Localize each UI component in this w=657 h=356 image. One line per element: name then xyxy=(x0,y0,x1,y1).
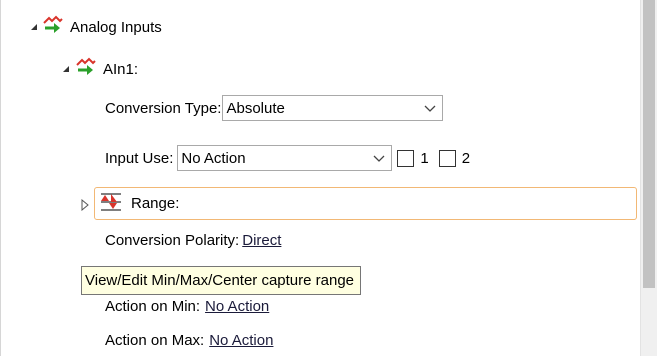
tree-node-label: AIn1: xyxy=(103,60,139,78)
checkbox-1-label: 1 xyxy=(420,149,429,167)
action-on-min-row: Action on Min: No Action xyxy=(105,298,269,315)
input-use-checkbox-2[interactable] xyxy=(438,149,456,167)
conversion-type-dropdown[interactable]: Absolute xyxy=(222,95,444,121)
range-label: Range: xyxy=(131,195,180,212)
conversion-type-label: Conversion Type: xyxy=(105,99,222,117)
tree-node-ain1[interactable]: AIn1: xyxy=(63,56,138,82)
input-use-checkbox-1[interactable] xyxy=(397,149,415,167)
input-use-row: Input Use: No Action 1 2 xyxy=(105,144,470,172)
range-row[interactable]: Range: xyxy=(94,187,637,220)
conversion-polarity-link[interactable]: Direct xyxy=(242,232,281,249)
analog-input-arrows-icon xyxy=(75,56,97,82)
property-tree: Analog Inputs AIn1: Conversion Type: Abs… xyxy=(0,0,640,356)
conversion-type-row: Conversion Type: Absolute xyxy=(105,94,444,122)
conversion-polarity-row: Conversion Polarity: Direct xyxy=(105,232,281,249)
input-use-label: Input Use: xyxy=(105,149,174,167)
range-arrows-icon xyxy=(99,191,123,217)
action-on-max-label: Action on Max: xyxy=(105,332,205,349)
analog-input-arrows-icon xyxy=(42,14,64,40)
conversion-type-value: Absolute xyxy=(226,99,285,117)
checkbox-2-label: 2 xyxy=(461,149,471,167)
conversion-polarity-label: Conversion Polarity: xyxy=(105,232,240,249)
expand-arrow-icon[interactable] xyxy=(81,198,90,215)
tree-node-analog-inputs[interactable]: Analog Inputs xyxy=(31,14,162,40)
collapse-arrow-icon[interactable] xyxy=(63,66,69,72)
range-expand-toggle[interactable] xyxy=(81,198,90,215)
input-use-value: No Action xyxy=(181,149,246,167)
action-on-min-link[interactable]: No Action xyxy=(205,298,269,315)
range-tooltip: View/Edit Min/Max/Center capture range xyxy=(81,266,362,295)
vertical-scrollbar[interactable] xyxy=(640,0,657,356)
input-use-dropdown[interactable]: No Action xyxy=(177,145,393,171)
collapse-arrow-icon[interactable] xyxy=(31,24,37,30)
chevron-down-icon xyxy=(424,100,436,117)
scrollbar-thumb[interactable] xyxy=(643,0,655,288)
action-on-max-row: Action on Max: No Action xyxy=(105,332,273,349)
chevron-down-icon xyxy=(373,150,385,167)
action-on-max-link[interactable]: No Action xyxy=(209,332,273,349)
action-on-min-label: Action on Min: xyxy=(105,298,201,315)
tooltip-text: View/Edit Min/Max/Center capture range xyxy=(85,272,355,289)
tree-node-label: Analog Inputs xyxy=(70,18,162,36)
